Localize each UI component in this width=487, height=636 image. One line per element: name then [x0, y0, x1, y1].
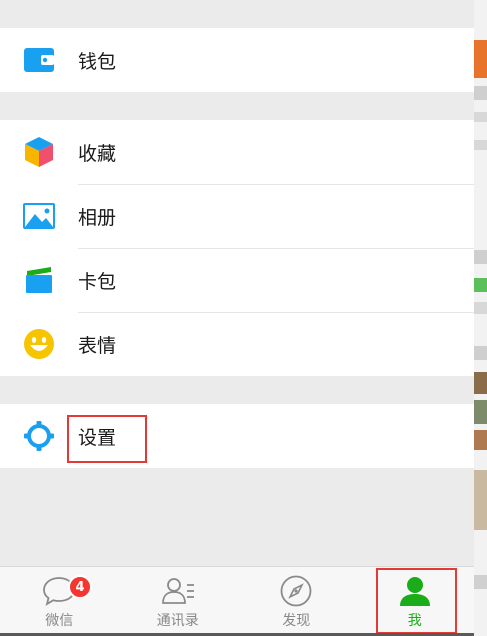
image-icon	[22, 199, 56, 233]
contacts-icon	[160, 574, 196, 608]
gear-icon	[22, 419, 56, 453]
wallet-group: 钱包	[0, 28, 474, 92]
me-page: 钱包 收藏 相册 卡包 表情 设置	[0, 0, 474, 636]
menu-item-stickers[interactable]: 表情	[0, 312, 474, 376]
menu-label-album: 相册	[78, 206, 117, 229]
menu-label-stickers: 表情	[78, 334, 117, 357]
background-page-edge	[474, 0, 487, 636]
unread-badge: 4	[68, 575, 92, 599]
wallet-icon	[22, 43, 56, 77]
tab-label-discover: 发现	[282, 612, 311, 629]
menu-label-cards: 卡包	[78, 270, 117, 293]
compass-icon	[278, 574, 314, 608]
tab-label-chats: 微信	[45, 612, 74, 629]
menu-label-wallet: 钱包	[78, 50, 117, 73]
top-spacer	[0, 0, 474, 28]
section-gap	[0, 92, 474, 120]
tab-discover[interactable]: 发现	[237, 567, 356, 636]
smiley-icon	[22, 327, 56, 361]
menu-item-favorites[interactable]: 收藏	[0, 120, 474, 184]
menu-item-album[interactable]: 相册	[0, 184, 474, 248]
section-gap	[0, 376, 474, 404]
tab-contacts[interactable]: 通讯录	[119, 567, 238, 636]
card-icon	[22, 263, 56, 297]
menu-item-wallet[interactable]: 钱包	[0, 28, 474, 92]
cube-icon	[22, 135, 56, 169]
me-tab-highlight-box	[376, 568, 457, 634]
collection-group: 收藏 相册 卡包 表情	[0, 120, 474, 376]
tab-chats[interactable]: 微信 4	[0, 567, 119, 636]
settings-highlight-box	[67, 415, 147, 463]
tab-label-contacts: 通讯录	[156, 612, 199, 629]
menu-item-cards[interactable]: 卡包	[0, 248, 474, 312]
menu-label-favorites: 收藏	[78, 142, 117, 165]
